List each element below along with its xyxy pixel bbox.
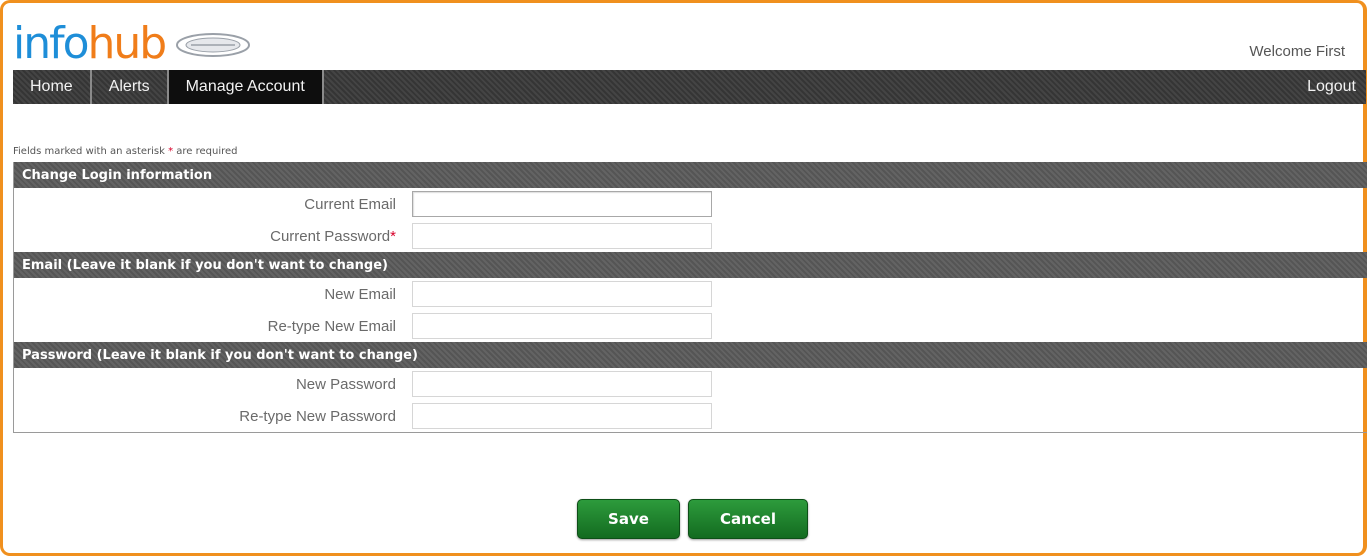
new-password-label: New Password [295,375,396,393]
required-star: * [390,227,396,245]
form-row-new-password: New Password [14,368,1367,400]
form-row-new-email: New Email [14,278,1367,310]
section-header-login: Change Login information [14,162,1367,188]
tab-manage-account[interactable]: Manage Account [168,70,324,104]
form-row-retype-password: Re-type New Password [14,400,1367,432]
logo-power-o-icon: o [62,18,90,69]
brand-seal-icon [175,31,251,63]
retype-password-label: Re-type New Password [239,407,396,425]
retype-email-label: Re-type New Email [267,317,396,335]
new-email-label: New Email [324,285,396,303]
logo-wordmark: infohub [13,18,167,69]
welcome-message: Welcome First [1249,43,1345,60]
required-star: * [168,146,174,157]
current-password-label: Current Password* [270,227,396,245]
required-fields-note: Fields marked with an asterisk * are req… [13,146,238,157]
new-password-input[interactable] [412,371,712,397]
form-row-retype-email: Re-type New Email [14,310,1367,342]
section-header-password: Password (Leave it blank if you don't wa… [14,342,1367,368]
app-frame: infohub Welcome First Home Alerts Manage… [0,0,1367,556]
main-nav: Home Alerts Manage Account Logout [13,70,1366,104]
tab-alerts[interactable]: Alerts [92,70,169,104]
logout-link[interactable]: Logout [1297,70,1366,104]
account-form: Change Login information Current Email C… [13,162,1367,433]
form-row-current-email: Current Email [14,188,1367,220]
section-header-email: Email (Leave it blank if you don't want … [14,252,1367,278]
retype-email-input[interactable] [412,313,712,339]
new-email-input[interactable] [412,281,712,307]
form-actions: Save Cancel [577,499,808,539]
save-button[interactable]: Save [577,499,680,539]
cancel-button[interactable]: Cancel [688,499,808,539]
current-email-label: Current Email [304,195,396,213]
form-row-current-password: Current Password* [14,220,1367,252]
current-email-input[interactable] [412,191,712,217]
infohub-logo[interactable]: infohub [13,19,251,69]
retype-password-input[interactable] [412,403,712,429]
tab-home[interactable]: Home [13,70,92,104]
current-password-input[interactable] [412,223,712,249]
